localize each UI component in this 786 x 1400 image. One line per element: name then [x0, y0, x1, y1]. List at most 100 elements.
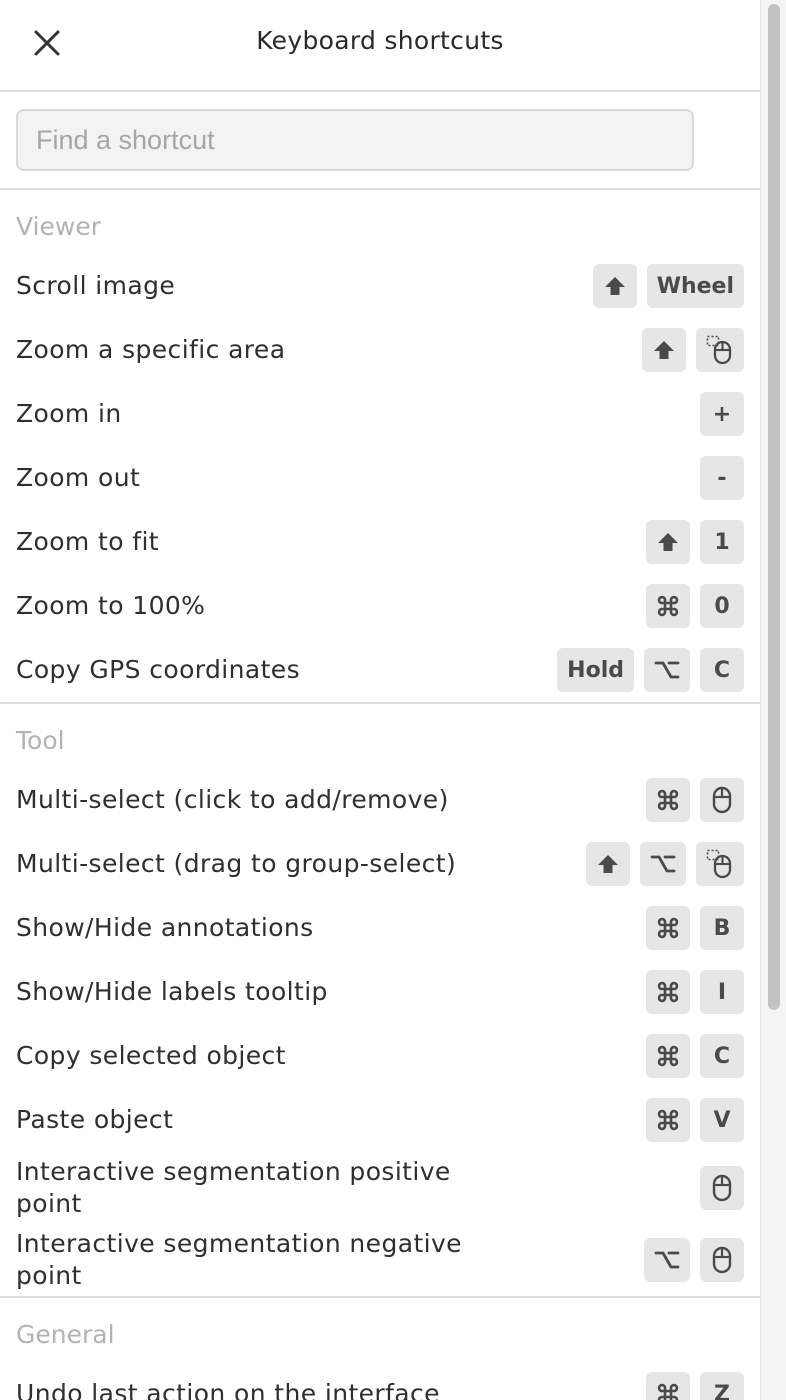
shortcut-keys: [586, 842, 744, 886]
section-viewer: Viewer Scroll image Wheel Zoom a specific a…: [0, 190, 760, 704]
key-shift-icon: [646, 520, 690, 564]
key-shift-icon: [592, 264, 637, 308]
key-cap: C: [700, 648, 744, 692]
keyboard-shortcuts-panel: Keyboard shortcuts Viewer Scroll image Whe…: [0, 0, 761, 1400]
shortcut-row-zoom-out: Zoom out -: [0, 446, 760, 510]
shortcut-row-zoom-to-100: Zoom to 100% 0: [0, 574, 760, 638]
shortcut-keys: [646, 778, 744, 822]
shortcut-label: Zoom in: [16, 399, 122, 428]
shortcut-keys: Hold C: [557, 648, 744, 692]
section-tool: Tool Multi-select (click to add/remove) Mu…: [0, 704, 760, 1298]
shortcut-row-multi-select-drag-to-group-select: Multi-select (drag to group-select): [0, 832, 760, 896]
shortcut-row-copy-gps-coordinates: Copy GPS coordinates Hold C: [0, 638, 760, 702]
shortcut-keys: -: [700, 456, 744, 500]
shortcut-label: Interactive segmentation negative point: [16, 1229, 462, 1290]
shortcut-keys: Wheel: [592, 264, 744, 308]
key-cap: I: [700, 970, 744, 1014]
key-command-icon: [646, 906, 690, 950]
key-cap: 0: [700, 584, 744, 628]
panel-title: Keyboard shortcuts: [256, 26, 504, 55]
shortcut-label: Zoom to 100%: [16, 591, 206, 620]
section-title: Viewer: [16, 212, 101, 241]
key-option-icon: [644, 1238, 690, 1282]
shortcut-row-zoom-in: Zoom in +: [0, 382, 760, 446]
key-cap: B: [700, 906, 744, 950]
key-command-icon: [646, 584, 690, 628]
key-cap: Wheel: [646, 264, 744, 308]
scrollbar-thumb[interactable]: [768, 4, 780, 1010]
shortcut-label: Zoom out: [16, 463, 141, 492]
section-general: General Undo last action on the interface…: [0, 1298, 760, 1400]
option-icon: [654, 1251, 680, 1269]
shortcut-row-scroll-image: Scroll image Wheel: [0, 254, 760, 318]
shortcut-keys: 1: [646, 520, 744, 564]
shortcut-row-show-hide-labels-tooltip: Show/Hide labels tooltip I: [0, 960, 760, 1024]
key-cap: 1: [700, 520, 744, 564]
key-cap: Z: [700, 1372, 744, 1400]
key-cap: C: [700, 1034, 744, 1078]
command-icon: [657, 981, 679, 1003]
shortcut-label: Show/Hide annotations: [16, 913, 314, 942]
search-container: [0, 92, 760, 190]
shortcut-row-paste-object: Paste object V: [0, 1088, 760, 1152]
mouse-icon: [712, 1174, 732, 1202]
shortcut-label: Undo last action on the interface: [16, 1379, 440, 1400]
shift-icon: [654, 341, 674, 359]
mouse-drag-icon: [706, 849, 732, 879]
mouse-icon: [712, 1246, 732, 1274]
shortcut-row-interactive-segmentation-negative-point: Interactive segmentation negative point: [0, 1224, 760, 1296]
command-icon: [657, 1045, 679, 1067]
key-command-icon: [646, 1098, 690, 1142]
shortcut-keys: V: [646, 1098, 744, 1142]
shortcut-label: Show/Hide labels tooltip: [16, 977, 328, 1006]
shortcut-label: Paste object: [16, 1105, 174, 1134]
key-mouse-icon: [700, 1166, 744, 1210]
panel-header: Keyboard shortcuts: [0, 0, 760, 92]
shortcut-label: Zoom to fit: [16, 527, 160, 556]
shortcut-row-multi-select-click-to-add-remove: Multi-select (click to add/remove): [0, 768, 760, 832]
shortcut-keys: [644, 1238, 744, 1282]
key-cap: Hold: [557, 648, 634, 692]
shortcut-keys: B: [646, 906, 744, 950]
shortcut-row-copy-selected-object: Copy selected object C: [0, 1024, 760, 1088]
key-command-icon: [646, 1034, 690, 1078]
option-icon: [650, 855, 676, 873]
key-cap: -: [700, 456, 744, 500]
key-mouse-icon: [700, 1238, 744, 1282]
shortcut-label: Scroll image: [16, 271, 176, 300]
mouse-icon: [712, 786, 732, 814]
shortcut-keys: [642, 328, 744, 372]
scrollbar[interactable]: [761, 0, 786, 1400]
shortcut-keys: +: [700, 392, 744, 436]
shortcut-row-undo-last-action-on-the-interface: Undo last action on the interface Z: [0, 1362, 760, 1400]
shortcut-label: Multi-select (click to add/remove): [16, 785, 449, 814]
shortcut-row-zoom-to-fit: Zoom to fit 1: [0, 510, 760, 574]
key-option-icon: [644, 648, 690, 692]
shortcut-label: Multi-select (drag to group-select): [16, 849, 457, 878]
key-cap: +: [700, 392, 744, 436]
key-mouse-icon: [700, 778, 744, 822]
shortcut-keys: [700, 1166, 744, 1210]
shortcut-row-show-hide-annotations: Show/Hide annotations B: [0, 896, 760, 960]
shortcut-row-interactive-segmentation-positive-point: Interactive segmentation positive point: [0, 1152, 760, 1224]
shortcut-label: Copy GPS coordinates: [16, 655, 300, 684]
key-option-icon: [640, 842, 686, 886]
command-icon: [657, 1109, 679, 1131]
key-mouse-drag-icon: [696, 842, 744, 886]
mouse-drag-icon: [706, 335, 732, 365]
command-icon: [657, 595, 679, 617]
command-icon: [657, 917, 679, 939]
shortcut-label: Copy selected object: [16, 1041, 286, 1070]
search-input[interactable]: [16, 109, 694, 171]
key-command-icon: [646, 1372, 690, 1400]
section-title: Tool: [16, 726, 65, 755]
shortcut-label: Interactive segmentation positive point: [16, 1157, 451, 1218]
key-shift-icon: [586, 842, 630, 886]
key-command-icon: [646, 970, 690, 1014]
command-icon: [657, 1383, 679, 1400]
shortcut-keys: I: [646, 970, 744, 1014]
shortcut-keys: C: [646, 1034, 744, 1078]
shift-icon: [658, 533, 678, 551]
shift-icon: [604, 277, 625, 295]
section-title: General: [16, 1320, 115, 1349]
